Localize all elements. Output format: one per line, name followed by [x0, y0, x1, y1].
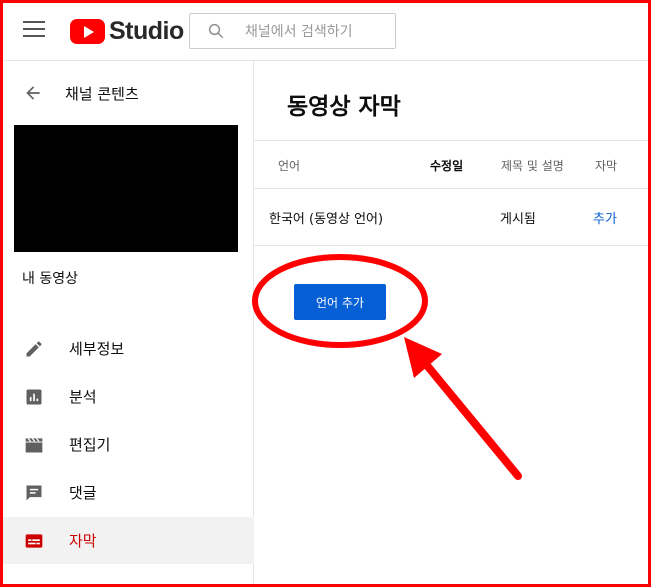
clapperboard-icon — [23, 434, 45, 456]
sidebar-item-comments[interactable]: 댓글 — [3, 469, 254, 516]
add-language-button[interactable]: 언어 추가 — [294, 284, 386, 320]
divider — [254, 188, 648, 189]
sidebar-item-label: 댓글 — [69, 484, 97, 502]
sidebar-item-label: 편집기 — [69, 436, 111, 454]
back-to-channel-content[interactable]: 채널 콘텐츠 — [3, 79, 254, 107]
sidebar-item-label: 분석 — [69, 388, 97, 406]
youtube-studio-logo[interactable]: Studio — [70, 16, 184, 46]
sidebar: 채널 콘텐츠 내 동영상 세부정보 분석 편집기 댓글 자막 — [3, 60, 254, 584]
column-header-modified[interactable]: 수정일 — [430, 157, 463, 174]
sidebar-item-details[interactable]: 세부정보 — [3, 325, 254, 372]
back-arrow-icon — [26, 86, 40, 100]
column-header-language: 언어 — [278, 159, 301, 173]
sidebar-item-editor[interactable]: 편집기 — [3, 421, 254, 468]
language-cell: 한국어 (동영상 언어) — [269, 212, 384, 227]
pencil-icon — [23, 338, 45, 360]
title-desc-status[interactable]: 게시됨 — [500, 208, 536, 227]
sidebar-item-subtitles[interactable]: 자막 — [3, 517, 254, 564]
column-header-title-desc: 제목 및 설명 — [501, 159, 564, 173]
youtube-play-icon — [70, 18, 105, 44]
my-video-label: 내 동영상 — [22, 271, 78, 287]
logo-text: Studio — [109, 16, 184, 45]
sidebar-item-analytics[interactable]: 분석 — [3, 373, 254, 420]
sidebar-item-label: 자막 — [69, 532, 97, 550]
video-thumbnail[interactable] — [14, 125, 238, 252]
analytics-icon — [23, 386, 45, 408]
search-icon — [208, 23, 224, 39]
main-content: 동영상 자막 언어 수정일 제목 및 설명 자막 한국어 (동영상 언어) 게시… — [254, 60, 648, 584]
subtitles-icon — [23, 530, 45, 552]
back-label: 채널 콘텐츠 — [65, 84, 139, 103]
page-title: 동영상 자막 — [287, 94, 401, 120]
divider — [254, 245, 648, 246]
sidebar-item-label: 세부정보 — [69, 340, 125, 358]
divider — [254, 140, 648, 141]
search-input[interactable]: 채널에서 검색하기 — [189, 13, 396, 49]
column-header-subtitles: 자막 — [595, 159, 618, 173]
hamburger-menu-icon[interactable] — [23, 21, 45, 41]
top-header: Studio 채널에서 검색하기 — [3, 3, 648, 60]
search-placeholder: 채널에서 검색하기 — [245, 24, 353, 40]
comment-icon — [23, 482, 45, 504]
add-subtitles-link[interactable]: 추가 — [593, 208, 617, 227]
